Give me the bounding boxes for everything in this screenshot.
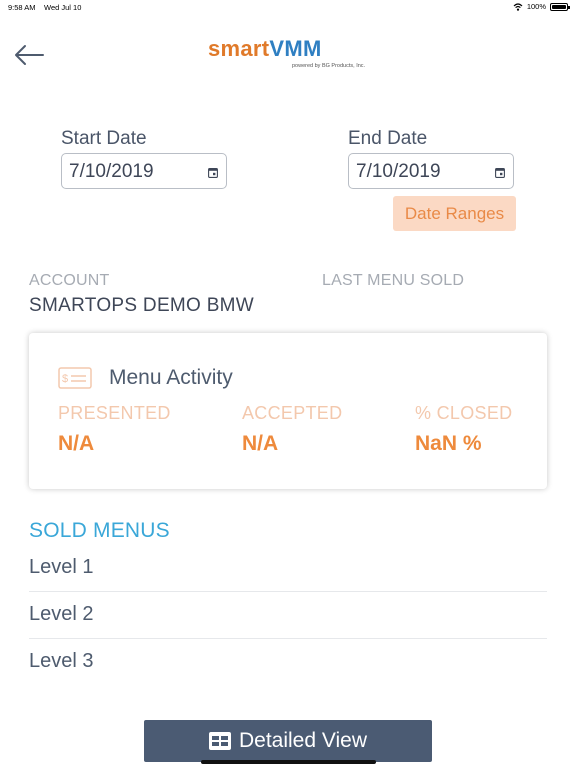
start-date-field[interactable]: 7/10/2019: [61, 153, 227, 189]
account-name: SMARTOPS DEMO BMW: [29, 295, 255, 316]
end-date-value: 7/10/2019: [356, 161, 441, 182]
account-label: ACCOUNT: [29, 272, 110, 289]
level-label: Level 2: [29, 603, 94, 625]
level-label: Level 3: [29, 650, 94, 672]
battery-percent: 100%: [526, 2, 546, 11]
level-row[interactable]: Level 2: [29, 593, 547, 639]
accepted-value: N/A: [242, 432, 279, 455]
logo-tagline: powered by BG Products, Inc.: [292, 63, 366, 69]
date-ranges-button[interactable]: Date Ranges: [393, 196, 516, 231]
smartvmm-logo: smartVMM powered by BG Products, Inc.: [208, 36, 368, 76]
presented-label: PRESENTED: [58, 403, 171, 423]
detailed-view-button[interactable]: Detailed View: [144, 720, 432, 762]
end-date-label: End Date: [348, 128, 428, 149]
menu-activity-title: Menu Activity: [109, 366, 233, 389]
calendar-icon: [208, 168, 218, 178]
end-date-field[interactable]: 7/10/2019: [348, 153, 514, 189]
battery-icon: [550, 2, 570, 11]
level-row[interactable]: Level 3: [29, 640, 547, 686]
detailed-view-label: Detailed View: [238, 729, 368, 752]
logo-smart: smart: [208, 36, 270, 61]
start-date-label: Start Date: [61, 128, 147, 149]
logo-vmm: VMM: [269, 36, 322, 61]
logo-wordmark: smartVMM: [208, 36, 322, 62]
accepted-label: ACCEPTED: [242, 403, 343, 423]
last-menu-sold-label: LAST MENU SOLD: [322, 272, 465, 289]
menu-activity-card: $ Menu Activity PRESENTED N/A ACCEPTED N…: [29, 333, 547, 489]
back-button[interactable]: [12, 42, 46, 68]
status-right: 100%: [513, 2, 570, 11]
calendar-icon: [495, 168, 505, 178]
closed-value: NaN %: [415, 432, 482, 455]
arrow-left-icon: [15, 45, 44, 65]
table-icon: [208, 732, 231, 750]
level-label: Level 1: [29, 556, 94, 578]
presented-value: N/A: [58, 432, 95, 455]
svg-text:$: $: [62, 373, 68, 385]
wifi-icon: [513, 2, 523, 11]
cash-icon: $: [58, 367, 92, 389]
level-row[interactable]: Level 1: [29, 546, 547, 592]
status-bar: 9:58 AM Wed Jul 10 100%: [0, 0, 576, 14]
sold-menus-title: SOLD MENUS: [29, 519, 170, 542]
home-indicator[interactable]: [201, 760, 376, 764]
status-date: Wed Jul 10: [44, 3, 82, 12]
status-time: 9:58 AM: [8, 3, 36, 12]
closed-label: % CLOSED: [415, 403, 513, 423]
start-date-value: 7/10/2019: [69, 161, 154, 182]
